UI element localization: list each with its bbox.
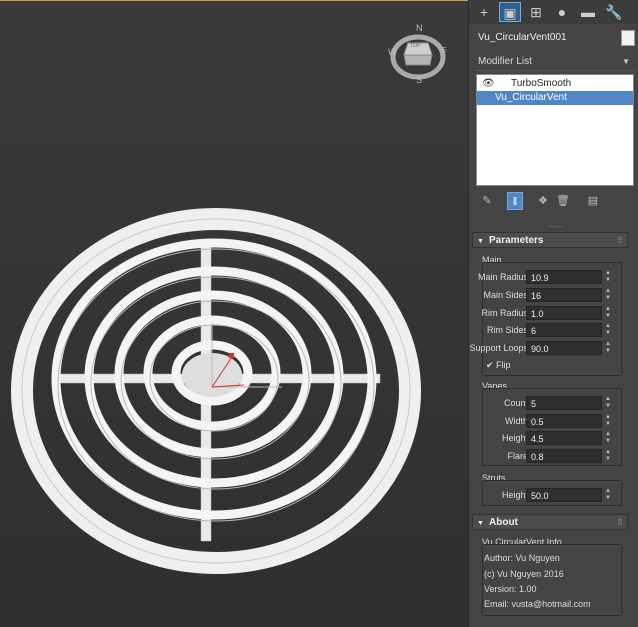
param-support-loops: Support Loops 90.0 ▲ ▼ (469, 341, 612, 355)
modify-icon[interactable]: ▣ (499, 2, 521, 22)
rim-sides-input[interactable]: 6 (526, 323, 602, 337)
modifier-list-dropdown[interactable]: Modifier List ▼ (475, 54, 636, 71)
spinner-icon[interactable]: ▲ ▼ (604, 306, 612, 320)
support-loops-input[interactable]: 90.0 (526, 341, 602, 355)
stack-item-circularvent[interactable]: Vu_CircularVent (477, 91, 633, 105)
spinner-icon[interactable]: ▲ ▼ (604, 414, 612, 428)
param-rim-radius: Rim Radius 1.0 ▲ ▼ (481, 306, 612, 320)
circular-vent-model[interactable] (0, 1, 468, 627)
plus-icon[interactable]: + (473, 2, 495, 22)
param-count: Count 5 ▲ ▼ (503, 396, 612, 410)
flip-label: Flip (496, 360, 511, 370)
height-input[interactable]: 4.5 (526, 431, 602, 445)
about-author: Author: Vu Nguyen (484, 553, 560, 563)
spinner-icon[interactable]: ▲ ▼ (604, 341, 612, 355)
width-input[interactable]: 0.5 (526, 414, 602, 428)
stack-item-turbosmooth[interactable]: 👁 TurboSmooth (477, 77, 633, 91)
viewcube[interactable]: N S W E TOP (388, 23, 448, 85)
stack-item-label: TurboSmooth (511, 78, 572, 89)
modifier-stack[interactable]: 👁 TurboSmooth Vu_CircularVent (476, 74, 634, 186)
about-email: Email: vusta@hotmail.com (484, 599, 591, 609)
collapse-triangle-icon: ▼ (477, 238, 484, 245)
rollout-title: About (489, 517, 518, 528)
about-rollout-header[interactable]: ▼ About ⠿ (472, 514, 628, 530)
show-end-result-icon[interactable]: ‖ (507, 192, 523, 210)
modifier-list-label: Modifier List (478, 56, 532, 67)
checkmark-icon: ✔ (486, 360, 494, 370)
command-panel-tabs: + ▣ ⊞ ● ▬ 🔧 (469, 0, 638, 24)
count-input[interactable]: 5 (526, 396, 602, 410)
wrench-icon[interactable]: 🔧 (603, 2, 625, 22)
viewcube-face-label: TOP (410, 43, 421, 49)
rollout-title: Parameters (489, 235, 544, 246)
about-version: Version: 1.00 (484, 584, 537, 594)
stack-item-label: Vu_CircularVent (495, 92, 567, 103)
display-icon[interactable]: ▬ (577, 2, 599, 22)
param-height: Height 4.5 ▲ ▼ (501, 431, 612, 445)
flare-input[interactable]: 0.8 (526, 449, 602, 463)
main-sides-input[interactable]: 16 (526, 288, 602, 302)
rollout-grip-icon: ⠿ (617, 236, 623, 245)
compass-west: W (388, 47, 397, 57)
chevron-down-icon: ▼ (622, 57, 630, 66)
param-flare: Flare 0.8 ▲ ▼ (507, 449, 612, 463)
spinner-icon[interactable]: ▲ ▼ (604, 270, 612, 284)
rim-radius-input[interactable]: 1.0 (526, 306, 602, 320)
spinner-icon[interactable]: ▲ ▼ (604, 449, 612, 463)
compass-east: E (442, 47, 447, 54)
hierarchy-icon[interactable]: ⊞ (525, 2, 547, 22)
main-radius-input[interactable]: 10.9 (526, 270, 602, 284)
pin-stack-icon[interactable]: ✎ (479, 192, 495, 210)
trash-icon[interactable]: 🗑 (555, 192, 571, 210)
strut-height-input[interactable]: 50.0 (526, 488, 602, 502)
compass-north: N (416, 23, 423, 33)
spinner-icon[interactable]: ▲ ▼ (604, 431, 612, 445)
configure-modifier-sets-icon[interactable]: ▤ (585, 192, 601, 210)
object-name-field[interactable]: Vu_CircularVent001 (475, 30, 618, 46)
object-color-swatch[interactable] (621, 30, 635, 46)
make-unique-icon[interactable]: ❖ (535, 192, 551, 210)
rollout-grip-icon: ⠿ (617, 518, 623, 527)
param-strut-height: Height 50.0 ▲ ▼ (501, 488, 612, 502)
compass-south: S (416, 75, 423, 85)
spinner-icon[interactable]: ▲ ▼ (604, 488, 612, 502)
spinner-icon[interactable]: ▲ ▼ (604, 288, 612, 302)
param-main-radius: Main Radius 10.9 ▲ ▼ (477, 270, 612, 284)
about-copyright: (c) Vu Nguyen 2016 (484, 569, 564, 579)
panel-splitter-grip[interactable]: ⋯⋯ (547, 222, 563, 231)
param-width: Width 0.5 ▲ ▼ (504, 414, 612, 428)
parameters-rollout-header[interactable]: ▼ Parameters ⠿ (472, 232, 628, 248)
param-main-sides: Main Sides 16 ▲ ▼ (483, 288, 612, 302)
flip-checkbox[interactable]: ✔ Flip (486, 360, 511, 372)
perspective-viewport[interactable]: N S W E TOP (0, 0, 468, 627)
spinner-icon[interactable]: ▲ ▼ (604, 323, 612, 337)
eye-icon[interactable]: 👁 (482, 77, 495, 91)
collapse-triangle-icon: ▼ (477, 520, 484, 527)
motion-icon[interactable]: ● (551, 2, 573, 22)
param-rim-sides: Rim Sides 6 ▲ ▼ (486, 323, 612, 337)
stack-toolbar: ✎ ‖ ❖ 🗑 ▤ (475, 192, 633, 210)
spinner-icon[interactable]: ▲ ▼ (604, 396, 612, 410)
